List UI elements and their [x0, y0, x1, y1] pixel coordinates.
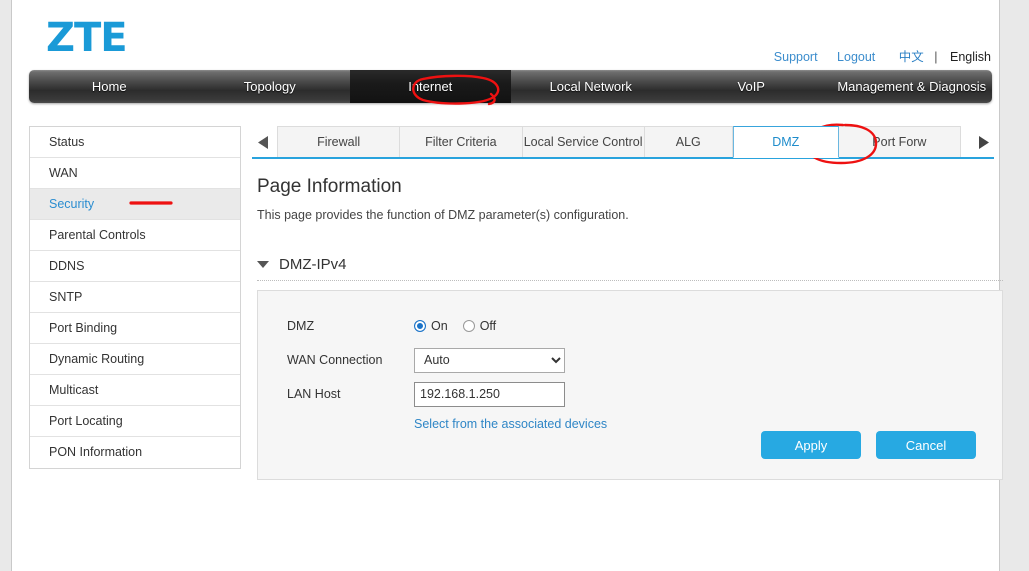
dmz-radio-off[interactable]: Off — [463, 319, 496, 333]
lan-host-label: LAN Host — [287, 387, 414, 401]
apply-button[interactable]: Apply — [761, 431, 861, 459]
sidebar-menu: Status WAN Security Parental Controls DD… — [29, 126, 241, 469]
sub-tab-bar: Firewall Filter Criteria Local Service C… — [252, 126, 994, 160]
tab-filter-criteria[interactable]: Filter Criteria — [400, 126, 522, 158]
tab-underline — [252, 157, 994, 159]
zte-logo: ZTE — [46, 18, 127, 58]
row-lan-host: LAN Host — [287, 381, 1002, 407]
sidebar-item-pon-information[interactable]: PON Information — [30, 437, 240, 468]
select-associated-devices-link[interactable]: Select from the associated devices — [414, 417, 607, 431]
dmz-radio-group: On Off — [414, 319, 511, 333]
row-dmz-toggle: DMZ On Off — [287, 313, 1002, 339]
sidebar-item-port-locating[interactable]: Port Locating — [30, 406, 240, 437]
dmz-config-panel: DMZ On Off WAN Connection Auto — [257, 290, 1003, 480]
nav-item-topology[interactable]: Topology — [190, 70, 351, 103]
language-chinese-link[interactable]: 中文 — [899, 50, 924, 64]
lan-host-input[interactable] — [414, 382, 565, 407]
sidebar-item-multicast[interactable]: Multicast — [30, 375, 240, 406]
chevron-down-icon[interactable] — [257, 261, 269, 268]
action-buttons: Apply Cancel — [761, 431, 976, 459]
triangle-left-icon[interactable] — [252, 126, 274, 158]
row-wan-connection: WAN Connection Auto — [287, 347, 1002, 373]
sidebar-item-security[interactable]: Security — [30, 189, 240, 220]
dmz-off-label: Off — [480, 319, 496, 333]
radio-empty-icon — [463, 320, 475, 332]
sidebar-item-status[interactable]: Status — [30, 127, 240, 158]
logout-link[interactable]: Logout — [837, 50, 875, 64]
page-title: Page Information — [257, 176, 1003, 198]
sidebar-item-dynamic-routing[interactable]: Dynamic Routing — [30, 344, 240, 375]
router-admin-page: ZTE Support Logout 中文 | English Home Top… — [11, 0, 1000, 571]
nav-item-local-network[interactable]: Local Network — [511, 70, 672, 103]
section-divider — [257, 280, 1003, 281]
language-english-link[interactable]: English — [950, 50, 991, 64]
nav-item-management-diagnosis[interactable]: Management & Diagnosis — [832, 70, 993, 103]
sidebar-item-ddns[interactable]: DDNS — [30, 251, 240, 282]
nav-item-internet[interactable]: Internet — [350, 70, 511, 103]
dmz-label: DMZ — [287, 319, 414, 333]
sidebar-item-wan[interactable]: WAN — [30, 158, 240, 189]
sidebar-item-parental-controls[interactable]: Parental Controls — [30, 220, 240, 251]
section-title: DMZ-IPv4 — [279, 256, 347, 273]
sidebar-item-sntp[interactable]: SNTP — [30, 282, 240, 313]
header-links: Support Logout 中文 | English — [758, 46, 991, 65]
sidebar-item-port-binding[interactable]: Port Binding — [30, 313, 240, 344]
nav-item-voip[interactable]: VoIP — [671, 70, 832, 103]
wan-connection-label: WAN Connection — [287, 353, 414, 367]
cancel-button[interactable]: Cancel — [876, 431, 976, 459]
support-link[interactable]: Support — [774, 50, 818, 64]
nav-item-home[interactable]: Home — [29, 70, 190, 103]
main-navigation: Home Topology Internet Local Network VoI… — [29, 70, 992, 103]
tab-port-forwarding[interactable]: Port Forw — [839, 126, 961, 158]
tab-dmz[interactable]: DMZ — [733, 126, 839, 158]
tab-local-service-control[interactable]: Local Service Control — [523, 126, 645, 158]
tab-list: Firewall Filter Criteria Local Service C… — [277, 126, 961, 158]
section-header-dmz-ipv4[interactable]: DMZ-IPv4 — [257, 256, 1003, 273]
tab-alg[interactable]: ALG — [645, 126, 733, 158]
tab-firewall[interactable]: Firewall — [277, 126, 400, 158]
triangle-right-icon[interactable] — [972, 126, 994, 158]
dmz-on-label: On — [431, 319, 448, 333]
main-content: Page Information This page provides the … — [257, 176, 1003, 480]
page-description: This page provides the function of DMZ p… — [257, 208, 1003, 222]
language-separator: | — [934, 50, 937, 64]
dmz-radio-on[interactable]: On — [414, 319, 448, 333]
radio-filled-icon — [414, 320, 426, 332]
wan-connection-select[interactable]: Auto — [414, 348, 565, 373]
